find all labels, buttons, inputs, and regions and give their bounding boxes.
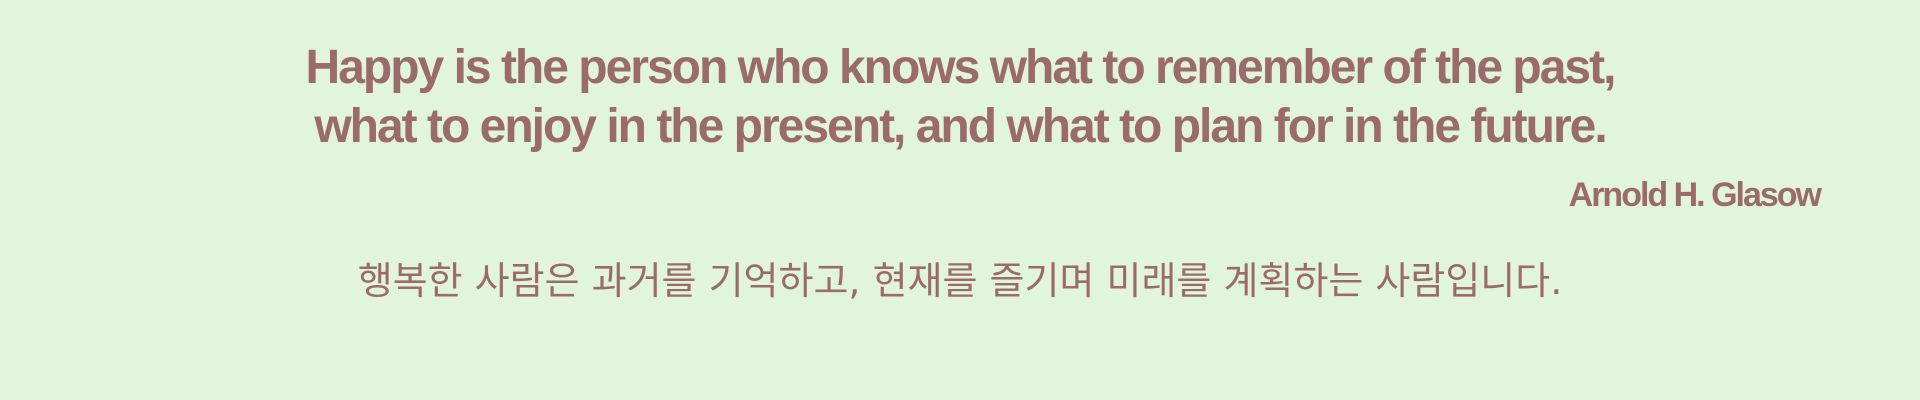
quote-line-1: Happy is the person who knows what to re… (305, 41, 1617, 94)
quote-card: Happy is the person who knows what to re… (0, 0, 1920, 400)
quote-line-2: what to enjoy in the present, and what t… (314, 100, 1607, 153)
korean-translation: 행복한 사람은 과거를 기억하고, 현재를 즐기며 미래를 계획하는 사람입니다… (357, 259, 1563, 303)
quote-author: Arnold H. Glasow (1568, 176, 1822, 214)
